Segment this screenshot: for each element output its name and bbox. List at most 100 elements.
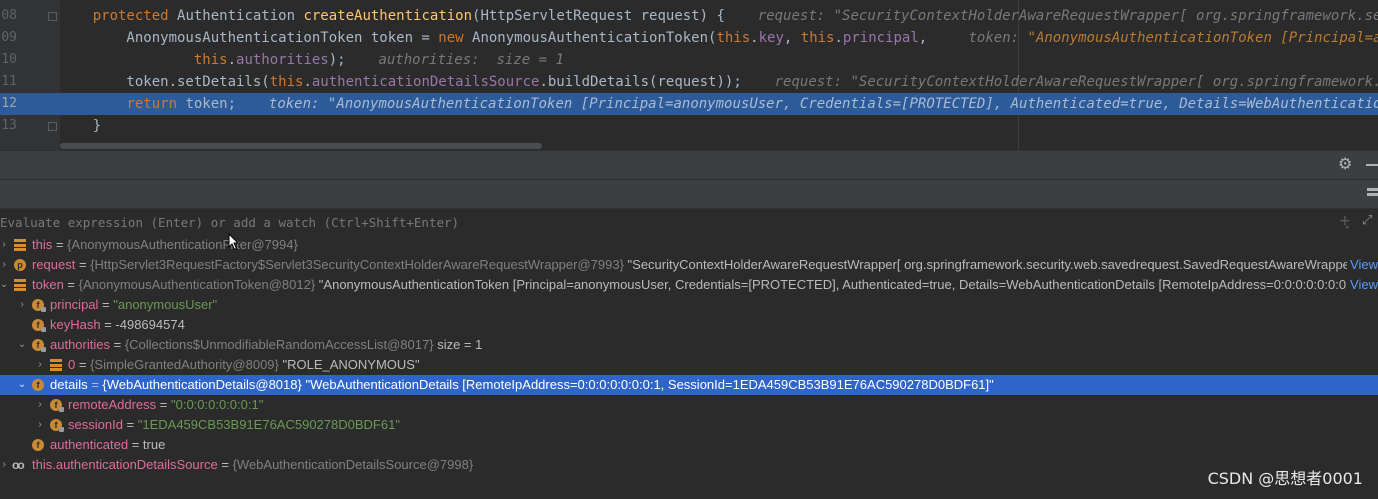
variable-row[interactable]: › 0 = {SimpleGrantedAuthority@8009} "ROLE… bbox=[0, 355, 1378, 375]
evaluate-bar: +̥ ⤢ bbox=[0, 208, 1378, 236]
inline-debug-hint: request: "SecurityContextHolderAwareRequ… bbox=[774, 74, 1378, 90]
variable-text: token = {AnonymousAuthenticationToken@80… bbox=[32, 275, 1378, 295]
private-field-icon: f bbox=[50, 419, 64, 432]
chevron-right-icon[interactable]: › bbox=[0, 255, 10, 275]
expand-icon[interactable]: ⤢ bbox=[1362, 213, 1372, 228]
variable-name: sessionId bbox=[68, 417, 123, 432]
inline-debug-hint: "AnonymousAuthenticationToken [Principal… bbox=[1027, 30, 1378, 46]
variable-text: remoteAddress = "0:0:0:0:0:0:0:1" bbox=[68, 395, 263, 415]
chevron-right-icon[interactable]: › bbox=[34, 355, 46, 375]
variable-string-value: "0:0:0:0:0:0:0:1" bbox=[170, 397, 264, 412]
code-token: AnonymousAuthenticationToken( bbox=[472, 30, 717, 46]
variable-row[interactable]: › this = {AnonymousAuthenticationFilter@7… bbox=[0, 235, 1378, 255]
object-icon bbox=[14, 279, 26, 291]
variable-row[interactable]: ⌄ f authorities = {Collections$Unmodifiabl… bbox=[0, 335, 1378, 355]
equals-sign: = bbox=[122, 417, 138, 432]
view-link[interactable]: View bbox=[1347, 275, 1378, 295]
variable-row[interactable]: › p request = {HttpServlet3RequestFactory$… bbox=[0, 255, 1378, 275]
code-text: token.setDetails(this.authenticationDeta… bbox=[59, 71, 1378, 93]
variable-value: "SecurityContextHolderAwareRequestWrappe… bbox=[627, 257, 1378, 272]
variable-name: authenticated bbox=[50, 437, 129, 452]
fold-marker-icon[interactable] bbox=[48, 122, 57, 131]
code-token: authorities bbox=[236, 52, 329, 68]
variable-row[interactable]: › f sessionId = "1EDA459CB53B91E76AC590278… bbox=[0, 415, 1378, 435]
variable-value: "AnonymousAuthenticationToken [Principal… bbox=[315, 277, 1378, 292]
code-text: protected Authentication createAuthentic… bbox=[59, 5, 1378, 27]
code-line[interactable]: 08 protected Authentication createAuthen… bbox=[0, 5, 1378, 27]
chevron-down-icon[interactable]: ⌄ bbox=[0, 275, 10, 295]
code-token: ); bbox=[328, 52, 346, 68]
code-token: principal bbox=[842, 30, 919, 46]
code-line[interactable]: 11 token.setDetails(this.authenticationD… bbox=[0, 71, 1378, 93]
variable-row[interactable]: › oo this.authenticationDetailsSource = {W… bbox=[0, 455, 1378, 475]
equals-sign: = bbox=[109, 337, 125, 352]
variable-row[interactable]: ⌄ token = {AnonymousAuthenticationToken@8… bbox=[0, 275, 1378, 295]
equals-sign: = bbox=[217, 457, 233, 472]
code-line[interactable]: 12 return token; token: "AnonymousAuthen… bbox=[0, 93, 1378, 115]
chevron-right-icon[interactable]: › bbox=[0, 455, 10, 475]
inline-debug-hint: request: "SecurityContextHolderAwareRequ… bbox=[757, 8, 1378, 24]
equals-sign: = bbox=[87, 377, 103, 392]
variable-string-value: "anonymousUser" bbox=[113, 297, 218, 312]
variable-name: token bbox=[32, 277, 64, 292]
variable-name: details bbox=[50, 377, 88, 392]
variable-text: details = {WebAuthenticationDetails@8018… bbox=[50, 375, 994, 395]
variable-text: principal = "anonymousUser" bbox=[50, 295, 217, 315]
code-editor[interactable]: 08 protected Authentication createAuthen… bbox=[0, 0, 1378, 150]
equals-sign: = bbox=[75, 357, 91, 372]
variable-text: this = {AnonymousAuthenticationFilter@79… bbox=[32, 235, 298, 255]
parameter-icon: p bbox=[14, 259, 26, 271]
code-text: this.authorities); authorities: size = 1 bbox=[59, 49, 564, 71]
code-token: this bbox=[800, 30, 835, 46]
code-token: token; bbox=[185, 96, 237, 112]
fold-marker-icon[interactable] bbox=[48, 12, 57, 21]
code-line[interactable]: 13 } bbox=[0, 115, 1378, 137]
add-watch-icon[interactable]: +̥ bbox=[1339, 213, 1351, 229]
code-token: key bbox=[758, 30, 784, 46]
evaluate-expression-input[interactable] bbox=[0, 209, 1330, 235]
variable-text: authenticated = true bbox=[50, 435, 165, 455]
chevron-down-icon[interactable]: ⌄ bbox=[16, 375, 28, 395]
variable-row[interactable]: ⌄ f details = {WebAuthenticationDetails@80… bbox=[0, 375, 1378, 395]
code-line[interactable]: 10 this.authorities); authorities: size … bbox=[0, 49, 1378, 71]
line-number: 12 bbox=[1, 96, 17, 111]
variable-text: this.authenticationDetailsSource = {WebA… bbox=[32, 455, 473, 475]
line-number: 11 bbox=[1, 74, 17, 89]
line-number: 09 bbox=[1, 30, 17, 45]
variable-reference: {AnonymousAuthenticationToken@8012} bbox=[78, 277, 316, 292]
code-token: createAuthentication bbox=[303, 8, 473, 24]
variable-row[interactable]: f authenticated = true bbox=[0, 435, 1378, 455]
horizontal-scrollbar[interactable] bbox=[60, 143, 542, 149]
chevron-right-icon[interactable]: › bbox=[16, 295, 28, 315]
equals-sign: = bbox=[100, 317, 116, 332]
object-icon bbox=[14, 239, 26, 251]
view-link[interactable]: View bbox=[1347, 255, 1378, 275]
variable-row[interactable]: › f remoteAddress = "0:0:0:0:0:0:0:1" bbox=[0, 395, 1378, 415]
code-token: (HttpServletRequest request) { bbox=[472, 8, 725, 24]
variables-tree: › this = {AnonymousAuthenticationFilter@7… bbox=[0, 235, 1378, 499]
variable-name: keyHash bbox=[50, 317, 101, 332]
code-token: } bbox=[59, 118, 102, 134]
chevron-right-icon[interactable]: › bbox=[0, 235, 10, 255]
code-token: authenticationDetailsSource bbox=[311, 74, 540, 90]
code-line[interactable]: 09 AnonymousAuthenticationToken token = … bbox=[0, 27, 1378, 49]
code-text: } bbox=[59, 115, 101, 137]
minimize-icon[interactable] bbox=[1366, 164, 1378, 166]
field-icon: f bbox=[32, 439, 44, 451]
equals-sign: = bbox=[98, 297, 114, 312]
variable-row[interactable]: › f principal = "anonymousUser" bbox=[0, 295, 1378, 315]
chevron-down-icon[interactable]: ⌄ bbox=[16, 335, 28, 355]
gear-icon[interactable]: ⚙ bbox=[1338, 156, 1354, 172]
variable-value: true bbox=[142, 437, 166, 452]
equals-sign: = bbox=[75, 257, 91, 272]
layout-icon[interactable] bbox=[1367, 188, 1378, 198]
variable-name: this.authenticationDetailsSource bbox=[32, 457, 218, 472]
chevron-right-icon[interactable]: › bbox=[34, 415, 46, 435]
chevron-right-icon[interactable]: › bbox=[34, 395, 46, 415]
variable-name: this bbox=[32, 237, 53, 252]
private-field-icon: f bbox=[32, 319, 46, 332]
code-token: .buildDetails(request)); bbox=[539, 74, 742, 90]
variable-row[interactable]: f keyHash = -498694574 bbox=[0, 315, 1378, 335]
code-token: token.setDetails( bbox=[59, 74, 270, 90]
